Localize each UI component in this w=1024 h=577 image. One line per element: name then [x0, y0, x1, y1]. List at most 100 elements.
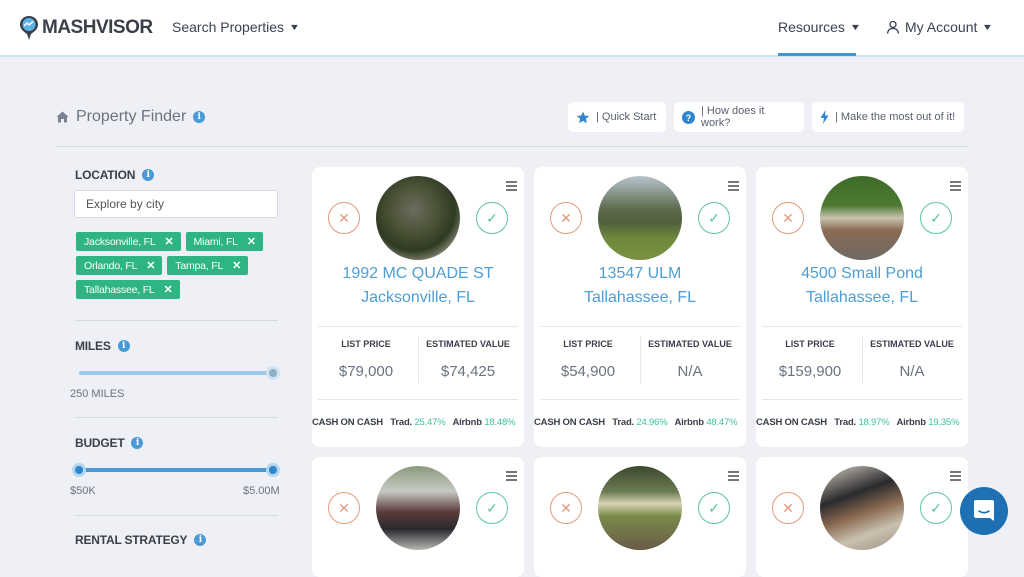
menu-icon[interactable]	[506, 471, 517, 481]
rental-strategy-label: RENTAL STRATEGY i	[75, 533, 207, 547]
chat-icon	[974, 500, 994, 521]
chat-button[interactable]	[960, 487, 1008, 535]
divider	[75, 515, 278, 516]
city-search-input[interactable]	[74, 190, 278, 218]
menu-icon[interactable]	[728, 471, 739, 481]
airbnb-label: Airbnb	[896, 417, 926, 428]
property-photo[interactable]	[820, 176, 904, 260]
property-photo[interactable]	[376, 466, 460, 550]
property-card: ✕ ✓	[756, 457, 968, 577]
tag-label: Tallahassee, FL	[84, 283, 155, 296]
miles-label-text: MILES	[75, 339, 111, 353]
menu-icon[interactable]	[950, 181, 961, 191]
property-card: ✕ ✓ 1992 MC QUADE ST Jacksonville, FL LI…	[312, 167, 524, 447]
miles-slider-track[interactable]	[79, 371, 273, 375]
divider	[318, 326, 518, 327]
budget-slider-track[interactable]	[79, 468, 273, 472]
nav-resources-label: Resources	[778, 19, 845, 35]
list-price-label: LIST PRICE	[341, 339, 391, 349]
info-icon[interactable]: i	[117, 340, 130, 352]
property-photo[interactable]	[820, 466, 904, 550]
reject-button[interactable]: ✕	[550, 492, 582, 524]
menu-icon[interactable]	[506, 181, 517, 191]
divider	[75, 320, 278, 321]
mashvisor-logo[interactable]: MASHVISOR	[19, 15, 153, 41]
coc-label: CASH ON CASH	[534, 417, 605, 428]
chevron-down-icon: ▼	[982, 22, 994, 32]
budget-max-handle[interactable]	[266, 463, 280, 477]
remove-tag-icon[interactable]: ✕	[247, 235, 256, 248]
airbnb-label: Airbnb	[674, 417, 704, 428]
estimated-value-label: ESTIMATED VALUE	[648, 339, 732, 349]
info-icon[interactable]: i	[131, 437, 144, 449]
reject-button[interactable]: ✕	[772, 202, 804, 234]
reject-button[interactable]: ✕	[328, 492, 360, 524]
how-it-works-button[interactable]: ? | How does it work?	[674, 102, 804, 132]
user-icon	[886, 20, 900, 34]
reject-button[interactable]: ✕	[328, 202, 360, 234]
property-city[interactable]: Jacksonville, FL	[312, 289, 524, 307]
remove-tag-icon[interactable]: ✕	[146, 259, 155, 272]
info-icon[interactable]: i	[194, 534, 207, 546]
miles-slider-handle[interactable]	[266, 366, 280, 380]
budget-min-handle[interactable]	[72, 463, 86, 477]
airbnb-coc-value: 19.35%	[928, 417, 960, 428]
nav-my-account[interactable]: My Account ▼	[886, 19, 994, 35]
quick-start-button[interactable]: | Quick Start	[568, 102, 666, 132]
nav-search-properties[interactable]: Search Properties ▼	[172, 19, 300, 35]
remove-tag-icon[interactable]: ✕	[164, 283, 173, 296]
nav-search-properties-label: Search Properties	[172, 19, 285, 35]
airbnb-label: Airbnb	[452, 417, 482, 428]
property-address[interactable]: 13547 ULM	[534, 265, 746, 283]
accept-button[interactable]: ✓	[698, 202, 730, 234]
brand-name: MASHVISOR	[42, 17, 153, 38]
miles-value: 250 MILES	[70, 388, 125, 400]
lightning-bolt-icon	[820, 110, 829, 124]
budget-label-text: BUDGET	[75, 436, 125, 450]
accept-button[interactable]: ✓	[476, 202, 508, 234]
rental-strategy-label-text: RENTAL STRATEGY	[75, 533, 188, 547]
property-city[interactable]: Tallahassee, FL	[756, 289, 968, 307]
trad-coc-value: 25.47%	[414, 417, 446, 428]
list-price-label: LIST PRICE	[785, 339, 835, 349]
active-nav-indicator	[778, 53, 856, 56]
accept-button[interactable]: ✓	[920, 202, 952, 234]
property-photo[interactable]	[598, 176, 682, 260]
reject-button[interactable]: ✕	[772, 492, 804, 524]
property-address[interactable]: 4500 Small Pond	[756, 265, 968, 283]
budget-label: BUDGET i	[75, 436, 144, 450]
make-most-button[interactable]: | Make the most out of it!	[812, 102, 964, 132]
page-title-text: Property Finder	[76, 108, 187, 125]
accept-button[interactable]: ✓	[476, 492, 508, 524]
coc-label: CASH ON CASH	[312, 417, 383, 428]
divider	[318, 399, 518, 400]
info-icon[interactable]: i	[193, 111, 206, 123]
coc-label: CASH ON CASH	[756, 417, 827, 428]
estimated-value-label: ESTIMATED VALUE	[870, 339, 954, 349]
divider	[56, 146, 968, 147]
property-card: ✕ ✓ 13547 ULM Tallahassee, FL LIST PRICE…	[534, 167, 746, 447]
home-icon	[56, 111, 69, 123]
remove-tag-icon[interactable]: ✕	[232, 259, 241, 272]
location-tag: Miami, FL ✕	[185, 232, 263, 251]
menu-icon[interactable]	[950, 471, 961, 481]
property-photo[interactable]	[376, 176, 460, 260]
info-icon[interactable]: i	[142, 169, 155, 181]
property-city[interactable]: Tallahassee, FL	[534, 289, 746, 307]
trad-label: Trad.	[834, 417, 856, 428]
nav-resources[interactable]: Resources ▼	[778, 19, 861, 35]
estimated-value: N/A	[899, 363, 925, 380]
reject-button[interactable]: ✕	[550, 202, 582, 234]
accept-button[interactable]: ✓	[920, 492, 952, 524]
svg-text:?: ?	[686, 113, 692, 123]
property-address[interactable]: 1992 MC QUADE ST	[312, 265, 524, 283]
remove-tag-icon[interactable]: ✕	[165, 235, 174, 248]
accept-button[interactable]: ✓	[698, 492, 730, 524]
property-photo[interactable]	[598, 466, 682, 550]
divider	[75, 417, 278, 418]
cash-on-cash-row: CASH ON CASH Trad. 24.96% Airbnb 48.47%	[534, 417, 754, 428]
menu-icon[interactable]	[728, 181, 739, 191]
tag-label: Tampa, FL	[175, 259, 224, 272]
divider	[540, 399, 740, 400]
divider	[762, 399, 962, 400]
